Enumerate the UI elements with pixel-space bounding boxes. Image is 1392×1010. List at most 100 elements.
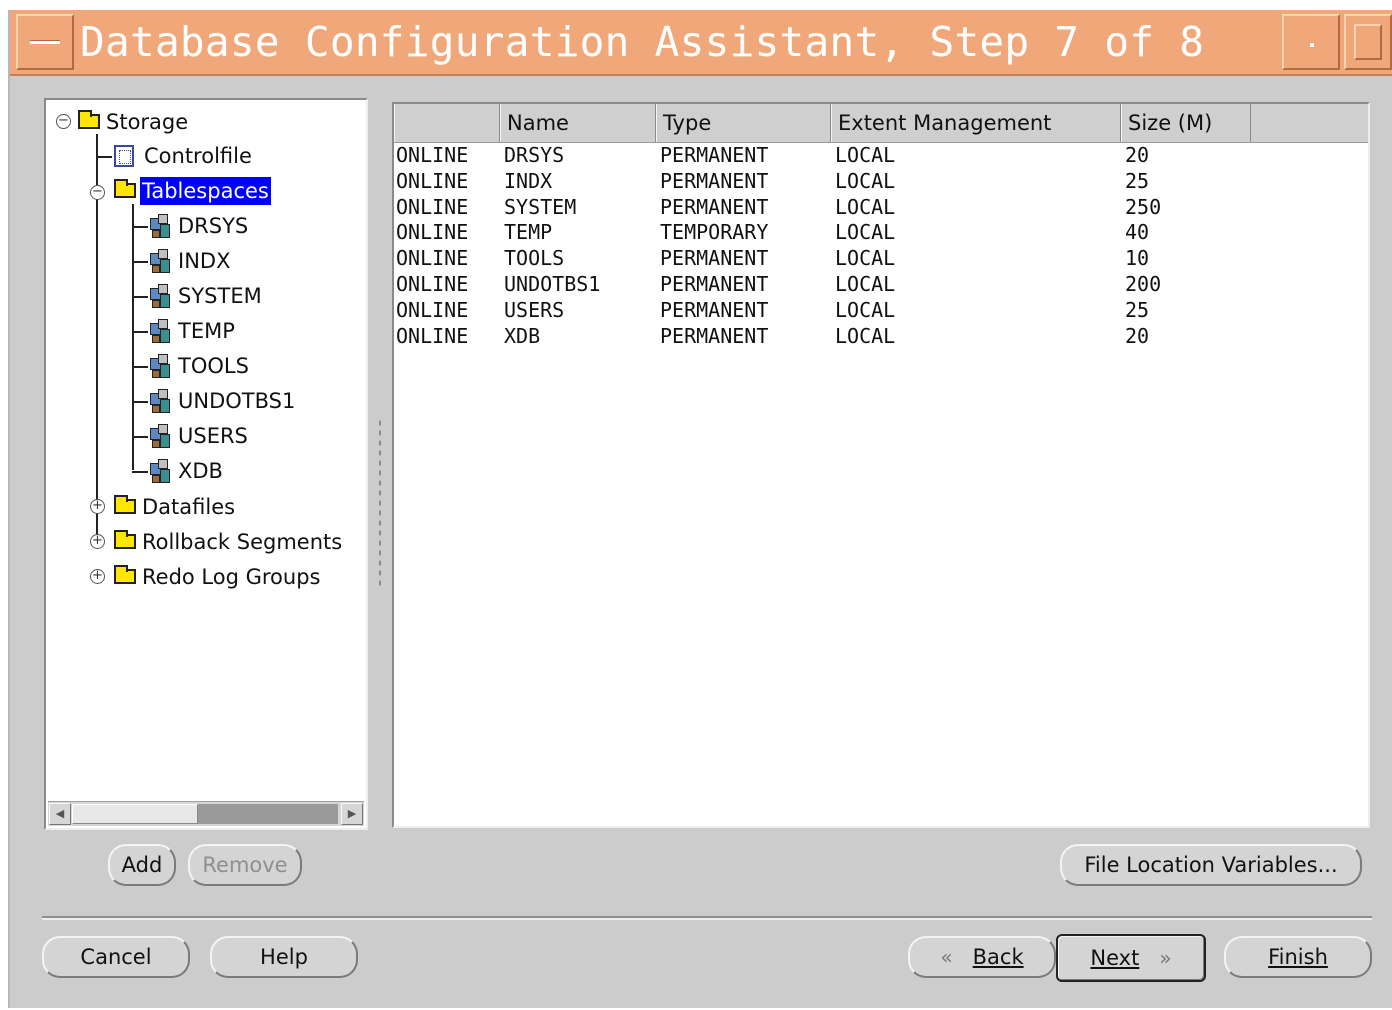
tablespace-icon — [148, 319, 174, 343]
table-cell: 10 — [1125, 246, 1150, 271]
table-cell: PERMANENT — [660, 246, 769, 271]
table-cell: PERMANENT — [660, 272, 769, 296]
table-cell: LOCAL — [835, 143, 896, 167]
minimize-button[interactable] — [1282, 14, 1340, 70]
table-cell: ONLINE — [396, 323, 469, 348]
collapse-storage-icon[interactable]: − — [56, 114, 71, 129]
table-cell: ONLINE — [396, 272, 469, 296]
tablespace-icon — [148, 354, 174, 378]
table-header: Name Type Extent Management Size (M) — [394, 104, 1368, 143]
table-cell: LOCAL — [835, 246, 896, 271]
next-button[interactable]: Next » — [1056, 934, 1206, 982]
table-cell: 250 — [1125, 194, 1162, 219]
column-header-type[interactable]: Type — [656, 104, 831, 142]
table-cell: 20 — [1125, 143, 1150, 167]
tablespace-table: Name Type Extent Management Size (M) ONL… — [392, 102, 1370, 828]
tablespace-icon — [148, 459, 174, 483]
table-cell: LOCAL — [835, 168, 896, 193]
tree-line — [132, 436, 148, 438]
table-cell: LOCAL — [835, 323, 896, 348]
tree-line — [132, 331, 148, 333]
add-button[interactable]: Add — [108, 844, 176, 886]
column-header-name[interactable]: Name — [500, 104, 656, 142]
table-cell: ONLINE — [396, 297, 469, 322]
table-cell: ONLINE — [396, 246, 469, 271]
table-cell: TEMPORARY — [660, 220, 769, 245]
table-cell: PERMANENT — [660, 194, 769, 219]
scrollbar-thumb[interactable] — [72, 804, 198, 824]
title-bar[interactable]: Database Configuration Assistant, Step 7… — [10, 10, 1392, 76]
tree-line — [132, 366, 148, 368]
table-cell: PERMANENT — [660, 323, 769, 348]
back-button[interactable]: « Back — [908, 936, 1056, 978]
tablespace-icon — [148, 389, 174, 413]
table-cell: LOCAL — [835, 194, 896, 219]
tablespace-label: TEMP — [178, 319, 235, 343]
tree-line — [132, 204, 134, 470]
tablespace-icon — [148, 214, 174, 238]
table-cell: ONLINE — [396, 143, 469, 167]
table-cell: 200 — [1125, 272, 1162, 296]
maximize-button[interactable] — [1344, 14, 1392, 70]
table-cell: ONLINE — [396, 168, 469, 193]
table-cell: 20 — [1125, 323, 1150, 348]
table-cell: XDB — [504, 323, 541, 348]
column-header-status[interactable] — [394, 104, 500, 142]
folder-icon — [114, 495, 136, 514]
table-cell: INDX — [504, 168, 553, 193]
separator — [42, 916, 1372, 920]
tablespace-icon — [148, 249, 174, 273]
folder-icon — [114, 565, 136, 584]
table-cell: PERMANENT — [660, 297, 769, 322]
tree-line — [132, 226, 148, 228]
expand-redo-log-groups-icon[interactable]: + — [90, 569, 105, 584]
table-cell: LOCAL — [835, 272, 896, 296]
tree-line — [132, 401, 148, 403]
folder-icon — [114, 530, 136, 549]
next-arrow-icon: » — [1159, 946, 1172, 970]
column-header-size[interactable]: Size (M) — [1121, 104, 1251, 142]
cancel-button[interactable]: Cancel — [42, 936, 190, 978]
table-cell: SYSTEM — [504, 194, 577, 219]
expand-rollback-segments-icon[interactable]: + — [90, 534, 105, 549]
tablespace-icon — [148, 424, 174, 448]
folder-icon — [78, 110, 100, 129]
table-cell: USERS — [504, 297, 565, 322]
tree-line — [132, 296, 148, 298]
scroll-right-icon[interactable]: ▶ — [341, 803, 363, 825]
expand-datafiles-icon[interactable]: + — [90, 499, 105, 514]
collapse-tablespaces-icon[interactable]: − — [90, 185, 105, 200]
table-cell: TOOLS — [504, 246, 565, 271]
tree-line — [132, 471, 148, 473]
tablespace-label: USERS — [178, 424, 248, 448]
tree-horizontal-scrollbar[interactable]: ◀ ▶ — [48, 801, 364, 826]
table-cell: 40 — [1125, 220, 1150, 245]
window-menu-button[interactable] — [16, 14, 74, 70]
table-cell: PERMANENT — [660, 143, 769, 167]
splitter-handle[interactable] — [378, 418, 382, 588]
column-header-extent-management[interactable]: Extent Management — [831, 104, 1121, 142]
table-cell: DRSYS — [504, 143, 565, 167]
tablespace-label: INDX — [178, 249, 231, 273]
tablespace-icon — [148, 284, 174, 308]
file-location-variables-button[interactable]: File Location Variables... — [1060, 844, 1362, 886]
tablespace-label: DRSYS — [178, 214, 249, 238]
finish-button[interactable]: Finish — [1224, 936, 1372, 978]
finish-label: Finish — [1268, 945, 1328, 969]
table-cell: 25 — [1125, 168, 1150, 193]
tablespace-label: SYSTEM — [178, 284, 262, 308]
dbca-window: Database Configuration Assistant, Step 7… — [8, 10, 1392, 1008]
tree-line — [132, 261, 148, 263]
back-arrow-icon: « — [940, 945, 953, 969]
remove-button[interactable]: Remove — [188, 844, 302, 886]
table-cell: LOCAL — [835, 220, 896, 245]
tablespace-label: TOOLS — [178, 354, 249, 378]
help-button[interactable]: Help — [210, 936, 358, 978]
table-cell: LOCAL — [835, 297, 896, 322]
table-cell: ONLINE — [396, 220, 469, 245]
table-cell: 25 — [1125, 297, 1150, 322]
scroll-left-icon[interactable]: ◀ — [49, 803, 71, 825]
scrollbar-track[interactable] — [198, 804, 338, 824]
tablespace-label: UNDOTBS1 — [178, 389, 296, 413]
folder-icon — [114, 179, 136, 198]
